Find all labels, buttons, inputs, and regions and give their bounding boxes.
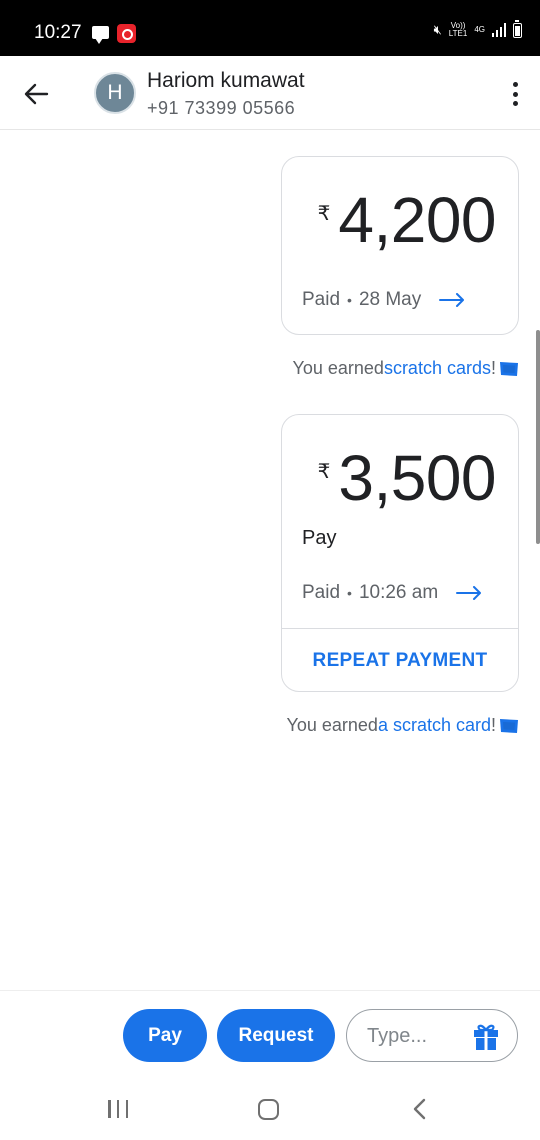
payment-card[interactable]: ₹ 4,200 Paid • 28 May	[281, 156, 519, 335]
arrow-right-icon[interactable]	[456, 586, 482, 600]
recents-icon	[116, 1100, 120, 1118]
network-type-icon: 4G	[474, 25, 485, 34]
conversation-header: H Hariom kumawat +91 73399 05566	[0, 56, 540, 130]
payment-status-row: Paid • 10:26 am	[302, 582, 498, 604]
battery-icon	[513, 19, 522, 38]
message-input[interactable]: Type...	[346, 1009, 518, 1062]
payment-status: Paid	[302, 582, 341, 603]
gift-icon[interactable]	[471, 1021, 501, 1051]
payment-status-row: Paid • 28 May	[302, 289, 498, 311]
contact-phone: +91 73399 05566	[147, 98, 296, 118]
home-button[interactable]	[258, 1099, 279, 1120]
rupee-icon: ₹	[317, 461, 331, 483]
notice-suffix: !	[490, 358, 496, 378]
more-dot-icon	[512, 82, 518, 87]
status-bar: 10:27 🔇︎ Vo)) LTE1 4G	[0, 0, 540, 56]
arrow-right-icon[interactable]	[439, 293, 465, 307]
notice-prefix: You earned	[286, 715, 378, 735]
request-button[interactable]: Request	[217, 1009, 335, 1062]
back-button[interactable]	[20, 78, 52, 110]
repeat-payment-button[interactable]: REPEAT PAYMENT	[282, 629, 518, 693]
more-dot-icon	[512, 91, 518, 97]
system-back-icon[interactable]	[410, 1098, 430, 1120]
separator-dot: •	[347, 585, 352, 601]
separator-dot: •	[347, 292, 352, 308]
recents-icon	[108, 1100, 111, 1118]
scratch-card-icon[interactable]	[498, 717, 520, 735]
payment-status: Paid	[302, 289, 341, 310]
scratch-card-link[interactable]: a scratch card	[378, 715, 491, 736]
payment-amount: ₹ 4,200	[282, 185, 518, 255]
avatar[interactable]: H	[94, 72, 136, 114]
status-icons: 🔇︎ Vo)) LTE1 4G	[433, 19, 522, 38]
message-notification-icon	[92, 26, 109, 44]
status-time: 10:27	[34, 22, 82, 43]
back-arrow-icon	[24, 83, 49, 105]
notice-prefix: You earned	[292, 358, 384, 378]
amount-value: 3,500	[338, 442, 496, 514]
scratch-card-notice: You earned scratch cards !	[293, 358, 497, 379]
more-options-button[interactable]	[510, 80, 520, 108]
more-dot-icon	[512, 101, 518, 106]
contact-name[interactable]: Hariom kumawat	[147, 69, 305, 93]
payment-date: 28 May	[358, 289, 422, 310]
app-notification-icon	[117, 24, 136, 43]
system-navigation-bar	[0, 1074, 540, 1140]
message-input-placeholder: Type...	[367, 1025, 428, 1047]
composer-bar: Pay Request Type...	[0, 990, 540, 1074]
pay-button[interactable]: Pay	[123, 1009, 207, 1062]
scrollbar[interactable]	[536, 330, 540, 544]
notice-suffix: !	[490, 715, 496, 735]
scratch-card-icon[interactable]	[498, 360, 520, 378]
recents-button[interactable]	[108, 1100, 128, 1118]
payment-amount: ₹ 3,500	[282, 443, 518, 513]
mute-icon: 🔇︎	[433, 22, 442, 37]
scratch-cards-link[interactable]: scratch cards	[384, 358, 491, 379]
rupee-icon: ₹	[317, 203, 331, 225]
volte-icon: Vo)) LTE1	[448, 21, 468, 38]
payment-note: Pay	[302, 527, 337, 549]
recents-icon	[125, 1100, 128, 1118]
amount-value: 4,200	[338, 184, 496, 256]
signal-icon	[492, 23, 506, 37]
scratch-card-notice: You earned a scratch card !	[287, 715, 497, 736]
payment-card[interactable]: ₹ 3,500 Pay Paid • 10:26 am REPEAT PAYME…	[281, 414, 519, 692]
payment-time: 10:26 am	[358, 582, 439, 603]
